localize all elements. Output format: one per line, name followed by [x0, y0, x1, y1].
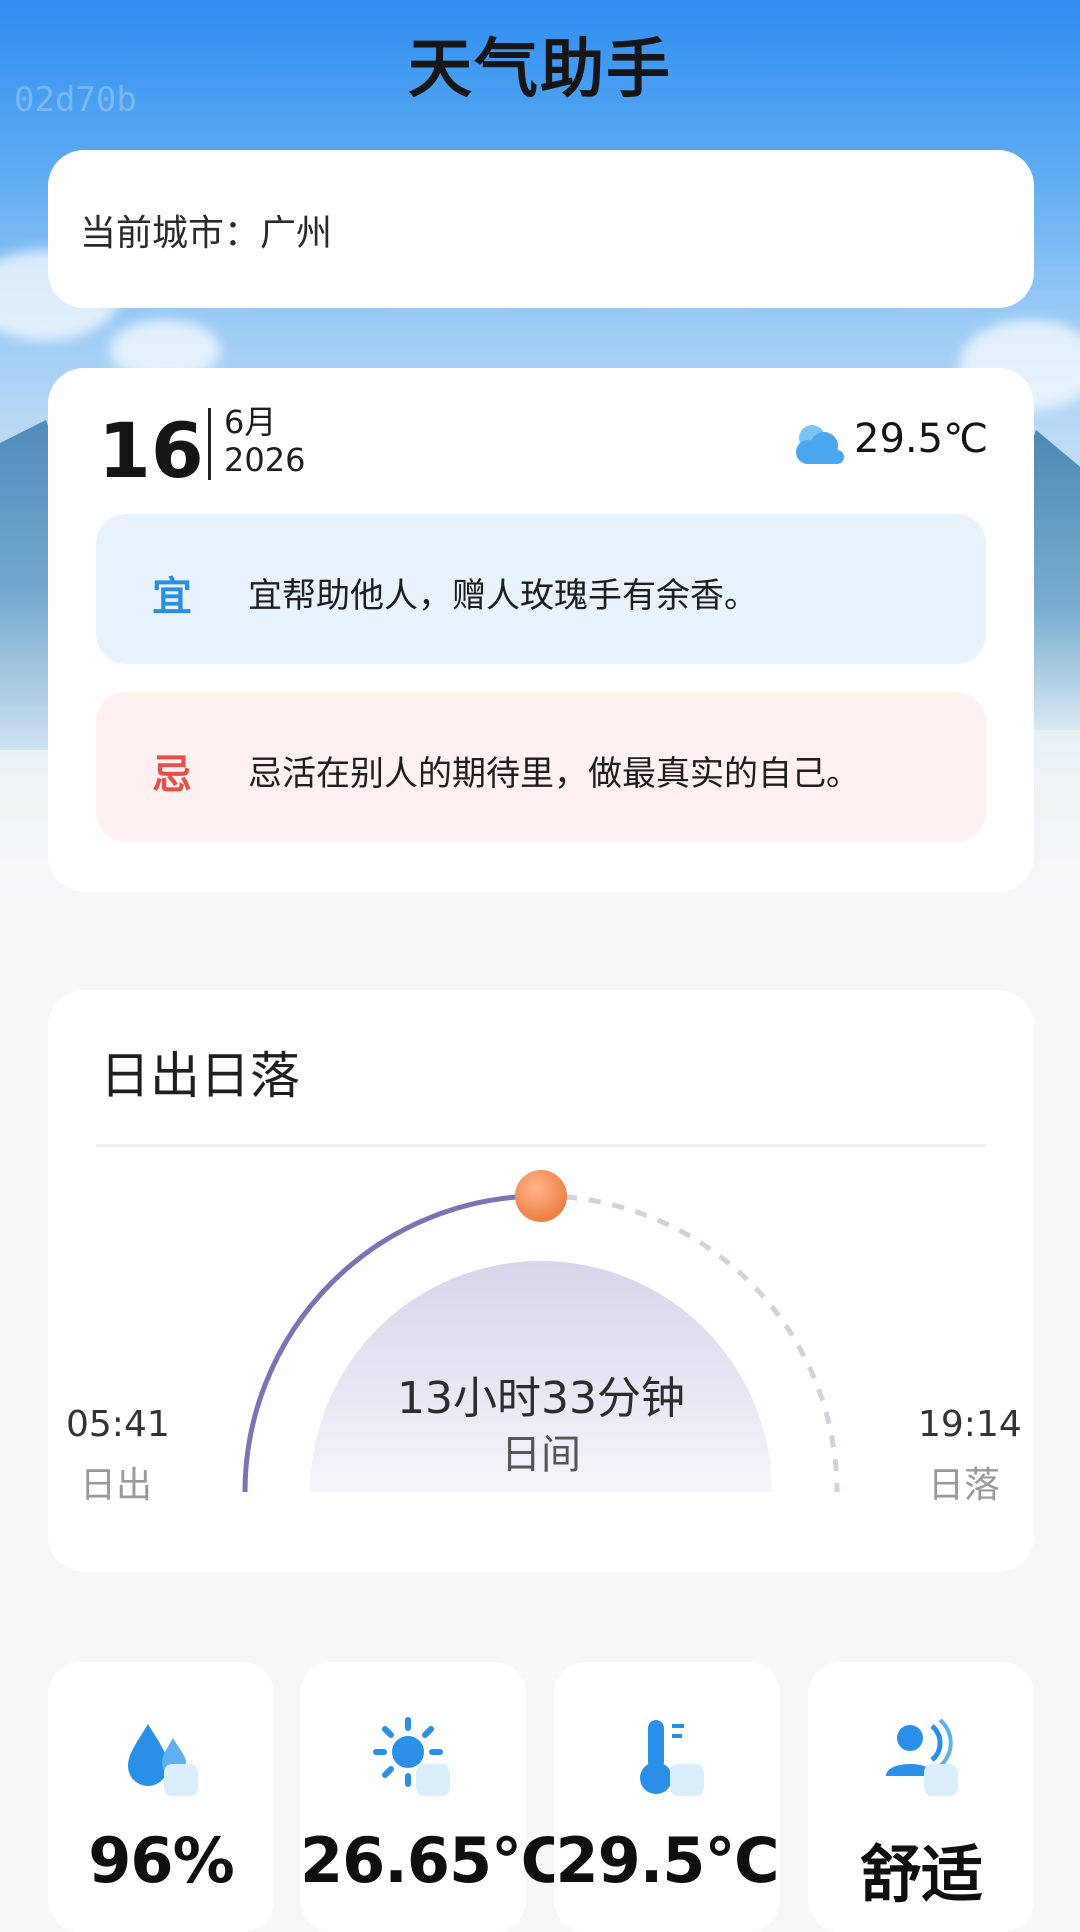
cloud-sun-icon — [796, 425, 844, 464]
current-temperature: 29.5℃ — [854, 416, 988, 462]
sunset-label: 日落 — [928, 1465, 1001, 1506]
date-month: 6月 — [224, 403, 277, 441]
date-day: 16 — [98, 406, 204, 495]
yi-text: 宜帮助他人，赠人玫瑰手有余香。 — [248, 576, 758, 616]
ji-tag: 忌 — [152, 752, 192, 798]
sunrise-label: 日出 — [80, 1465, 153, 1506]
date-card: 16 6月 2026 29.5℃ 宜 宜帮助他人，赠人玫瑰手有余香。 忌 忌活在… — [48, 368, 1034, 892]
humidity-value: 96% — [88, 1824, 234, 1897]
sunset-time: 19:14 — [918, 1404, 1022, 1445]
daylight-duration: 13小时33分钟 — [397, 1373, 685, 1424]
ji-text: 忌活在别人的期待里，做最真实的自己。 — [248, 754, 860, 794]
sun-icon — [373, 1717, 450, 1796]
apparent-temp-value: 26.65℃ — [300, 1824, 566, 1897]
sun-position-icon — [515, 1170, 567, 1222]
sunrise-time: 05:41 — [66, 1404, 170, 1445]
thermometer-icon — [640, 1720, 704, 1796]
current-city-label: 当前城市：广州 — [80, 213, 333, 254]
yi-box: 宜 宜帮助他人，赠人玫瑰手有余香。 — [96, 514, 986, 664]
temperature-card[interactable]: 29.5℃ — [554, 1662, 780, 1932]
humidity-icon — [128, 1724, 198, 1796]
comfort-card[interactable]: 舒适 — [808, 1662, 1034, 1932]
daylight-label: 日间 — [501, 1432, 581, 1478]
city-card[interactable]: 当前城市：广州 — [48, 150, 1034, 308]
ji-box: 忌 忌活在别人的期待里，做最真实的自己。 — [96, 692, 986, 842]
humidity-card[interactable]: 96% — [48, 1662, 274, 1932]
sun-card-title: 日出日落 — [100, 1047, 300, 1105]
temperature-value: 29.5℃ — [555, 1824, 779, 1897]
watermark: 02d70b — [14, 80, 137, 120]
comfort-icon — [886, 1718, 958, 1796]
sun-card-divider — [96, 1144, 986, 1147]
sunrise-sunset-card: 日出日落 13小时33分钟 日间 05:41 日出 19:14 日落 — [48, 990, 1034, 1572]
date-year: 2026 — [224, 441, 306, 479]
apparent-temp-card[interactable]: 26.65℃ — [300, 1662, 566, 1932]
comfort-value: 舒适 — [859, 1838, 983, 1911]
date-divider — [208, 408, 211, 480]
yi-tag: 宜 — [152, 574, 192, 620]
app-title: 天气助手 — [408, 33, 672, 107]
